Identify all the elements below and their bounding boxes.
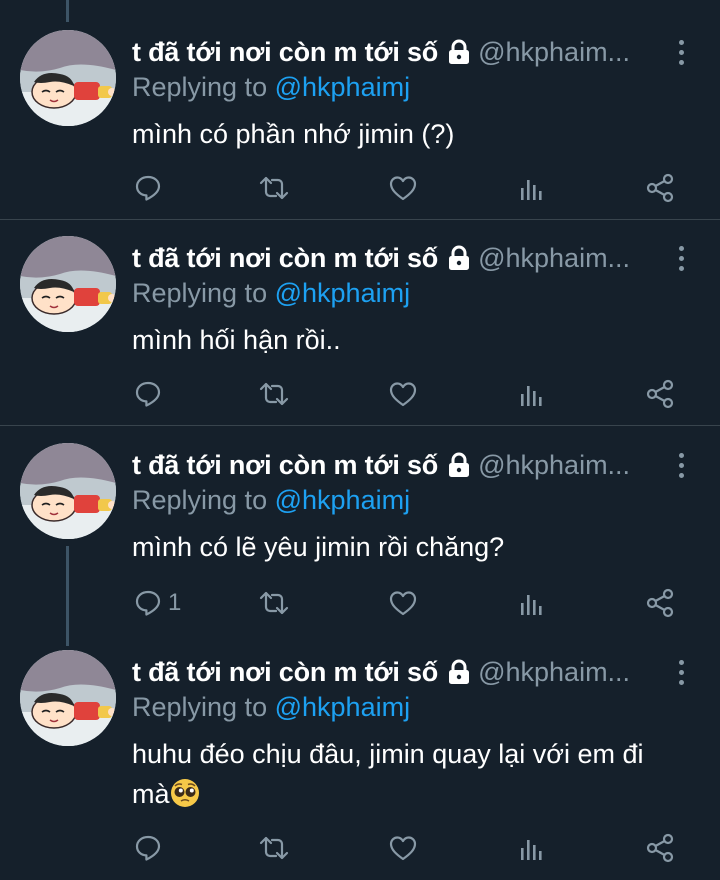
- avatar[interactable]: [20, 650, 116, 746]
- tweet[interactable]: t đã tới nơi còn m tới số @hkphaim... Re…: [0, 443, 720, 633]
- analytics-icon: [521, 840, 542, 860]
- more-options-icon[interactable]: [672, 449, 690, 481]
- reply-button[interactable]: [134, 168, 168, 208]
- heart-icon: [389, 836, 417, 861]
- tweet-actions: 1: [0, 583, 720, 623]
- reply-button[interactable]: 1: [134, 583, 181, 623]
- like-button[interactable]: [388, 583, 418, 623]
- display-name[interactable]: t đã tới nơi còn m tới số: [132, 243, 438, 274]
- mention-link[interactable]: @hkphaimj: [275, 278, 410, 308]
- lock-icon: [446, 659, 472, 685]
- tweet-text: huhu đéo chịu đâu, jimin quay lại với em…: [132, 734, 672, 814]
- avatar-image: [20, 443, 116, 539]
- avatar-image: [20, 650, 116, 746]
- display-name[interactable]: t đã tới nơi còn m tới số: [132, 657, 438, 688]
- tweet-actions: [0, 828, 720, 868]
- retweet-button[interactable]: [258, 374, 290, 414]
- avatar[interactable]: [20, 30, 116, 126]
- like-button[interactable]: [388, 828, 418, 868]
- reply-icon: [135, 175, 161, 201]
- tweet-text: mình có phần nhớ jimin (?): [132, 119, 455, 149]
- mention-link[interactable]: @hkphaimj: [275, 692, 410, 722]
- tweet[interactable]: t đã tới nơi còn m tới số @hkphaim... Re…: [0, 30, 720, 220]
- tweet-actions: [0, 374, 720, 414]
- username[interactable]: @hkphaim...: [478, 243, 630, 274]
- reply-icon: [135, 381, 161, 407]
- tweet[interactable]: t đã tới nơi còn m tới số @hkphaim... Re…: [0, 236, 720, 426]
- share-icon: [646, 379, 674, 409]
- lock-icon: [446, 39, 472, 65]
- retweet-icon: [259, 591, 289, 615]
- share-button[interactable]: [645, 168, 675, 208]
- tweet-text-content: huhu đéo chịu đâu, jimin quay lại với em…: [132, 739, 644, 809]
- pleading-face-emoji: [170, 778, 200, 808]
- lock-icon: [446, 245, 472, 271]
- analytics-button[interactable]: [518, 583, 544, 623]
- username[interactable]: @hkphaim...: [478, 450, 630, 481]
- tweet-header: t đã tới nơi còn m tới số @hkphaim...: [132, 240, 682, 276]
- divider: [0, 425, 720, 426]
- share-icon: [646, 173, 674, 203]
- replying-to: Replying to @hkphaimj: [132, 278, 410, 309]
- tweet[interactable]: t đã tới nơi còn m tới số @hkphaim... Re…: [0, 650, 720, 880]
- retweet-button[interactable]: [258, 828, 290, 868]
- heart-icon: [389, 176, 417, 201]
- display-name[interactable]: t đã tới nơi còn m tới số: [132, 450, 438, 481]
- analytics-button[interactable]: [518, 168, 544, 208]
- analytics-icon: [521, 180, 542, 200]
- retweet-button[interactable]: [258, 583, 290, 623]
- reply-button[interactable]: [134, 828, 168, 868]
- analytics-button[interactable]: [518, 828, 544, 868]
- divider: [0, 219, 720, 220]
- retweet-icon: [259, 176, 289, 200]
- heart-icon: [389, 382, 417, 407]
- like-button[interactable]: [388, 374, 418, 414]
- tweet-header: t đã tới nơi còn m tới số @hkphaim...: [132, 447, 682, 483]
- tweet-header: t đã tới nơi còn m tới số @hkphaim...: [132, 34, 682, 70]
- replying-to-label: Replying to: [132, 692, 268, 722]
- reply-icon: [135, 590, 161, 616]
- retweet-icon: [259, 836, 289, 860]
- reply-icon: [135, 835, 161, 861]
- tweet-header: t đã tới nơi còn m tới số @hkphaim...: [132, 654, 682, 690]
- reply-button[interactable]: [134, 374, 168, 414]
- retweet-icon: [259, 382, 289, 406]
- mention-link[interactable]: @hkphaimj: [275, 72, 410, 102]
- share-button[interactable]: [645, 828, 675, 868]
- avatar-image: [20, 236, 116, 332]
- share-icon: [646, 588, 674, 618]
- avatar[interactable]: [20, 236, 116, 332]
- username[interactable]: @hkphaim...: [478, 657, 630, 688]
- more-options-icon[interactable]: [672, 36, 690, 68]
- share-button[interactable]: [645, 374, 675, 414]
- analytics-icon: [521, 595, 542, 615]
- thread-line: [66, 0, 69, 22]
- more-options-icon[interactable]: [672, 242, 690, 274]
- more-options-icon[interactable]: [672, 656, 690, 688]
- tweet-text: mình có lẽ yêu jimin rồi chăng?: [132, 532, 505, 562]
- share-button[interactable]: [645, 583, 675, 623]
- username[interactable]: @hkphaim...: [478, 37, 630, 68]
- reply-count: 1: [168, 589, 182, 616]
- analytics-button[interactable]: [518, 374, 544, 414]
- tweet-actions: [0, 168, 720, 208]
- analytics-icon: [521, 386, 542, 406]
- mention-link[interactable]: @hkphaimj: [275, 485, 410, 515]
- avatar-image: [20, 30, 116, 126]
- like-button[interactable]: [388, 168, 418, 208]
- lock-icon: [446, 452, 472, 478]
- tweet-text: mình hối hận rồi..: [132, 325, 341, 355]
- replying-to-label: Replying to: [132, 72, 268, 102]
- retweet-button[interactable]: [258, 168, 290, 208]
- replying-to: Replying to @hkphaimj: [132, 485, 410, 516]
- replying-to: Replying to @hkphaimj: [132, 692, 410, 723]
- display-name[interactable]: t đã tới nơi còn m tới số: [132, 37, 438, 68]
- avatar[interactable]: [20, 443, 116, 539]
- heart-icon: [389, 591, 417, 616]
- share-icon: [646, 833, 674, 863]
- replying-to: Replying to @hkphaimj: [132, 72, 410, 103]
- replying-to-label: Replying to: [132, 485, 268, 515]
- replying-to-label: Replying to: [132, 278, 268, 308]
